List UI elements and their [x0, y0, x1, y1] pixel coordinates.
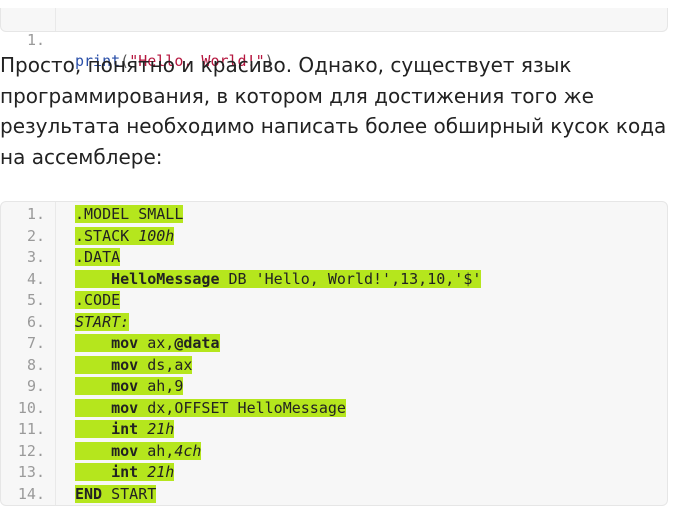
line-number: 7. [26, 334, 45, 352]
code-text: .CODE [75, 290, 121, 312]
line-number: 5. [26, 291, 45, 309]
code-token: ah, [138, 441, 175, 460]
line-number: 2. [26, 226, 45, 245]
code-text: END START [75, 484, 157, 506]
line-number: 10. [17, 398, 45, 417]
code-highlight: mov ds,ax [75, 355, 193, 374]
keyword-token: HelloMessage [111, 269, 220, 288]
italic-token: 21h [147, 463, 175, 481]
line-number: 3. [26, 248, 45, 266]
line-number: 4. [26, 269, 45, 288]
keyword-token: mov [111, 441, 139, 460]
italic-token: 4ch [174, 441, 202, 460]
code-highlight: END START [75, 484, 157, 503]
code-token: ah,9 [138, 377, 184, 395]
code-text: HelloMessage DB 'Hello, World!',13,10,'$… [75, 269, 482, 291]
code-highlight: mov ah,9 [75, 377, 184, 395]
code-token: DB 'Hello, World!',13,10,'$' [219, 269, 482, 288]
code-text: mov ds,ax [75, 355, 193, 377]
assembler-code-block: 1. .MODEL SMALL 2. .STACK 100h 3. .DATA 4. Hel… [0, 201, 668, 506]
code-text: int 21h [75, 419, 175, 441]
line-number: 1. [26, 205, 45, 223]
code-text: int 21h [75, 462, 175, 484]
italic-token: 100h [138, 226, 175, 245]
code-highlight: .CODE [75, 291, 121, 309]
keyword-token: mov [111, 398, 139, 417]
code-token: .MODEL SMALL [75, 205, 184, 223]
code-token: .STACK [75, 226, 139, 245]
code-highlight: int 21h [75, 420, 175, 438]
code-text: mov dx,OFFSET HelloMessage [75, 398, 346, 420]
code-text: START: [75, 312, 130, 334]
code-text: mov ah,9 [75, 376, 184, 398]
python-code-block: 1. print("Hello, World!") [0, 8, 668, 71]
line-number: 8. [26, 355, 45, 374]
code-text: .STACK 100h [75, 226, 175, 248]
code-token: ds,ax [138, 355, 193, 374]
code-highlight: START: [75, 312, 130, 331]
line-number: 6. [26, 312, 45, 331]
code-token: .CODE [75, 291, 121, 309]
code-highlight: mov dx,OFFSET HelloMessage [75, 398, 346, 417]
code-text: mov ah,4ch [75, 441, 202, 463]
code-token: ax, [138, 334, 175, 352]
line-number: 11. [17, 420, 45, 438]
line-number: 12. [17, 441, 45, 460]
code-text: .MODEL SMALL [75, 204, 184, 226]
code-token: .DATA [75, 248, 121, 266]
keyword-token: mov [111, 355, 139, 374]
keyword-token: int [111, 463, 139, 481]
code-line: 1. print("Hello, World!") [1, 8, 274, 71]
code-highlight: .DATA [75, 248, 121, 266]
italic-token: 21h [147, 420, 175, 438]
code-text: .DATA [75, 247, 121, 269]
line-number: 14. [17, 484, 45, 503]
code-text: mov ax,@data [75, 333, 220, 355]
body-paragraph: Просто, понятно и красиво. Однако, сущес… [0, 53, 667, 169]
italic-token: START: [75, 312, 130, 331]
code-token: dx,OFFSET HelloMessage [138, 398, 346, 417]
line-number: 9. [26, 377, 45, 395]
code-highlight: HelloMessage DB 'Hello, World!',13,10,'$… [75, 269, 482, 288]
code-highlight: .STACK 100h [75, 226, 175, 245]
keyword-token: END [75, 484, 103, 503]
line-number: 13. [17, 463, 45, 481]
keyword-token: mov [111, 377, 139, 395]
code-highlight: int 21h [75, 463, 175, 481]
code-highlight: .MODEL SMALL [75, 205, 184, 223]
code-token: START [102, 484, 157, 503]
keyword-token: @data [174, 334, 220, 352]
code-highlight: mov ax,@data [75, 334, 220, 352]
keyword-token: mov [111, 334, 139, 352]
keyword-token: int [111, 420, 139, 438]
code-highlight: mov ah,4ch [75, 441, 202, 460]
line-number: 1. [26, 30, 45, 49]
